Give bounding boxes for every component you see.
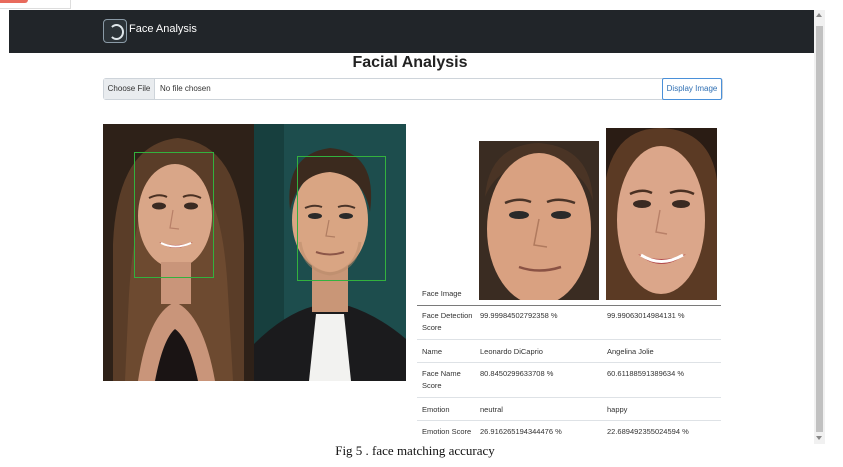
face-bounding-box	[134, 152, 214, 278]
page-title: Facial Analysis	[352, 54, 468, 71]
input-photo-face-2	[254, 124, 406, 381]
brand-title[interactable]: Face Analysis	[129, 23, 197, 35]
row-label: Name	[422, 347, 443, 356]
input-photo-face-1	[103, 124, 254, 381]
file-input[interactable]: Choose File No file chosen Display Image	[103, 78, 723, 100]
figure-caption: Fig 5 . face matching accuracy	[335, 443, 495, 458]
table-divider	[417, 397, 721, 398]
row-label: Face Name Score	[422, 369, 461, 390]
scroll-down-icon[interactable]	[816, 436, 822, 440]
row-label: Emotion	[422, 405, 450, 414]
face1-value: neutral	[480, 405, 503, 414]
face1-value: 99.99984502792358 %	[480, 311, 558, 320]
face-crop-2	[606, 128, 717, 300]
vertical-scrollbar[interactable]	[814, 10, 825, 444]
file-status: No file chosen	[160, 84, 211, 93]
scrollbar-thumb[interactable]	[816, 26, 823, 432]
face-scan-icon[interactable]	[103, 19, 127, 43]
navbar: Face Analysis	[9, 10, 814, 53]
row-label: Emotion Score	[422, 427, 472, 436]
table-divider	[417, 362, 721, 363]
scroll-up-icon[interactable]	[816, 13, 822, 17]
choose-file-button[interactable]: Choose File	[104, 79, 155, 99]
face1-value: 80.8450299633708 %	[480, 369, 554, 378]
face2-value: 60.61188591389634 %	[607, 369, 685, 378]
face-bounding-box	[297, 156, 386, 281]
face1-value: 26.916265194344476 %	[480, 427, 562, 436]
face-image-row: Face Image	[417, 124, 721, 304]
face2-value: Angelina Jolie	[607, 347, 654, 356]
row-label: Face Image	[422, 289, 462, 298]
face2-value: 99.99063014984131 %	[607, 311, 685, 320]
display-image-button[interactable]: Display Image	[662, 78, 722, 100]
face1-value: Leonardo DiCaprio	[480, 347, 543, 356]
face2-value: happy	[607, 405, 628, 414]
browser-accent	[0, 0, 28, 3]
table-divider	[417, 339, 721, 340]
row-label: Face Detection Score	[422, 311, 473, 332]
table-divider	[417, 305, 721, 306]
table-divider	[417, 420, 721, 421]
face2-value: 22.689492355024594 %	[607, 427, 689, 436]
face-crop-1	[479, 141, 599, 300]
browser-top-edge	[0, 0, 843, 10]
